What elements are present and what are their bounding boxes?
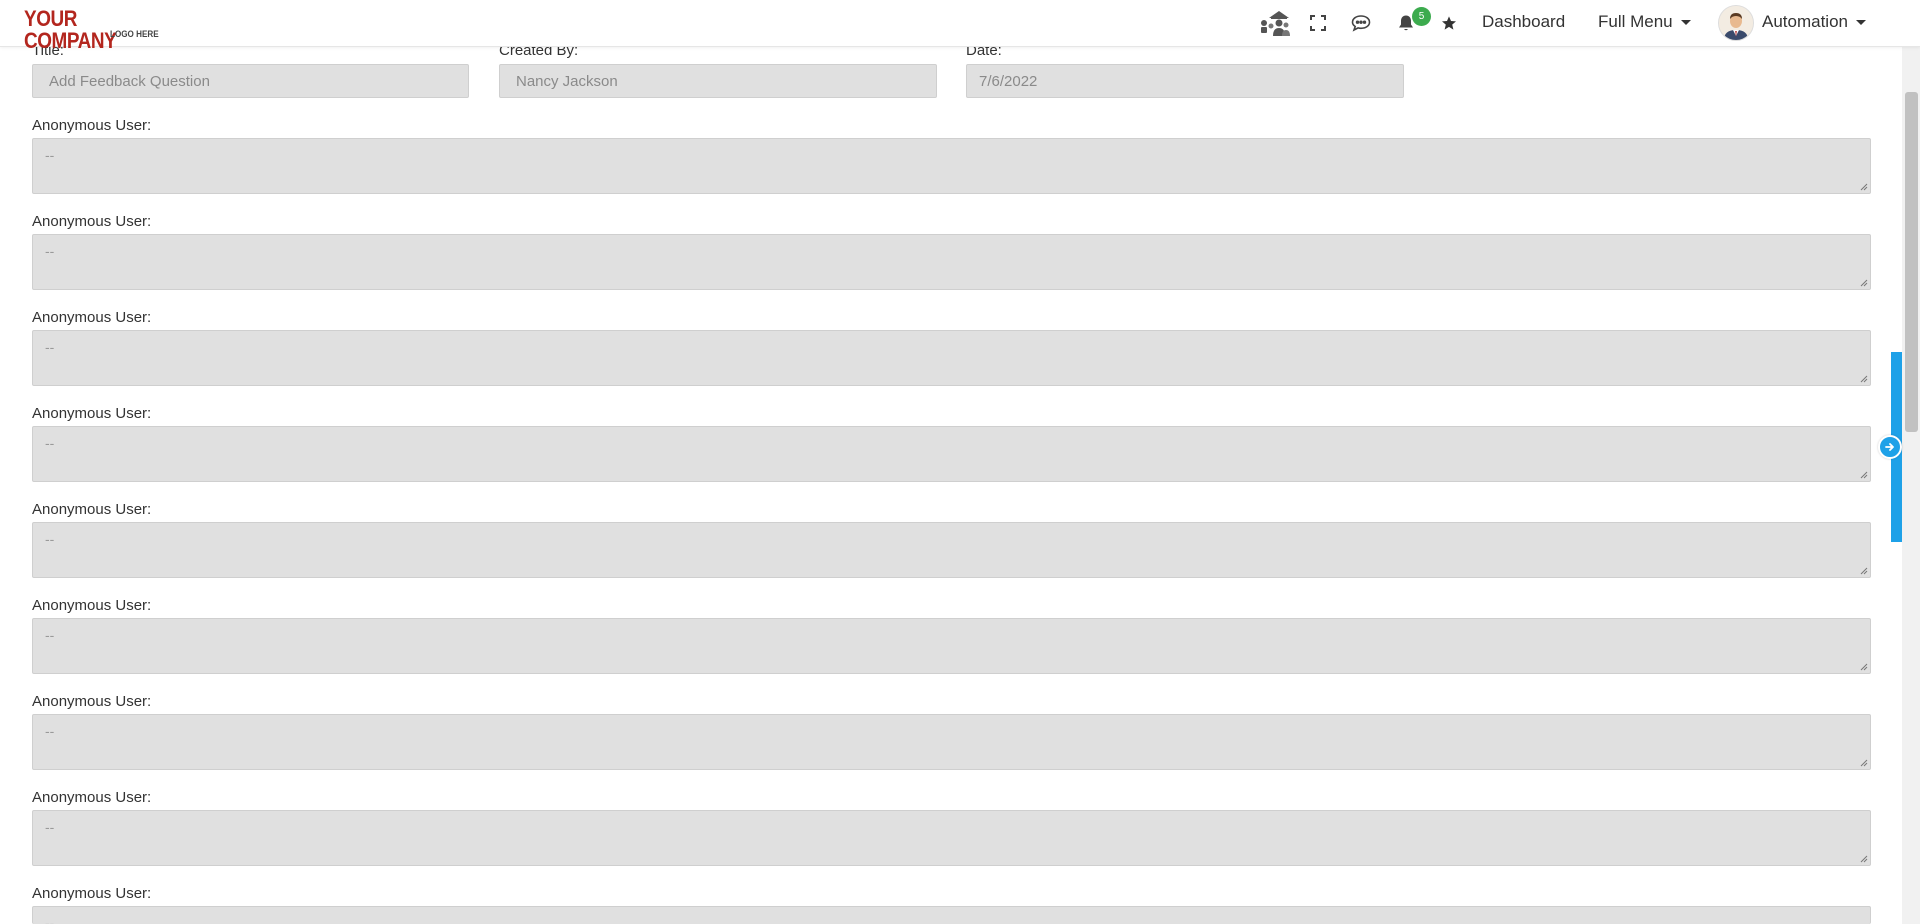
user-name-label: Automation xyxy=(1762,12,1848,31)
title-field[interactable]: Add Feedback Question xyxy=(32,64,469,98)
logo-sub-text: LOGO HERE xyxy=(110,29,159,39)
org-chart-icon[interactable] xyxy=(1258,10,1292,36)
response-value: -- xyxy=(45,435,55,451)
chevron-down-icon xyxy=(1856,20,1866,26)
response-label: Anonymous User: xyxy=(32,405,152,422)
response-value: -- xyxy=(45,147,55,163)
chevron-down-icon xyxy=(1680,20,1691,26)
resize-handle-icon[interactable] xyxy=(1859,278,1868,287)
fullscreen-icon[interactable] xyxy=(1308,10,1328,36)
response-textarea[interactable]: -- xyxy=(32,810,1871,866)
scrollbar-thumb[interactable] xyxy=(1905,92,1918,432)
created-by-field[interactable]: Nancy Jackson xyxy=(499,64,937,98)
response-value: -- xyxy=(45,531,55,547)
response-label: Anonymous User: xyxy=(32,309,152,326)
title-field-value: Add Feedback Question xyxy=(49,72,210,90)
full-menu-dropdown[interactable]: Full Menu xyxy=(1598,12,1691,32)
star-icon[interactable] xyxy=(1439,10,1459,36)
dashboard-link[interactable]: Dashboard xyxy=(1482,12,1565,32)
response-textarea[interactable]: -- xyxy=(32,426,1871,482)
response-textarea[interactable]: -- xyxy=(32,714,1871,770)
response-label: Anonymous User: xyxy=(32,501,152,518)
company-logo[interactable]: YOUR COMPANY LOGO HERE xyxy=(24,8,164,52)
response-label: Anonymous User: xyxy=(32,597,152,614)
response-label: Anonymous User: xyxy=(32,117,152,134)
response-textarea[interactable]: -- xyxy=(32,906,1871,924)
response-value: -- xyxy=(45,819,55,835)
response-value: -- xyxy=(45,339,55,355)
resize-handle-icon[interactable] xyxy=(1859,566,1868,575)
response-value: -- xyxy=(45,915,55,924)
full-menu-label: Full Menu xyxy=(1598,12,1673,31)
response-textarea[interactable]: -- xyxy=(32,522,1871,578)
response-value: -- xyxy=(45,243,55,259)
response-value: -- xyxy=(45,723,55,739)
avatar[interactable] xyxy=(1718,5,1754,41)
created-by-field-value: Nancy Jackson xyxy=(516,72,618,90)
top-navbar: YOUR COMPANY LOGO HERE 5 Dashboard Full … xyxy=(0,0,1920,52)
resize-handle-icon[interactable] xyxy=(1859,854,1868,863)
response-label: Anonymous User: xyxy=(32,213,152,230)
response-textarea[interactable]: -- xyxy=(32,330,1871,386)
response-label: Anonymous User: xyxy=(32,885,152,902)
resize-handle-icon[interactable] xyxy=(1859,182,1868,191)
response-label: Anonymous User: xyxy=(32,789,152,806)
response-value: -- xyxy=(45,627,55,643)
user-menu-dropdown[interactable]: Automation xyxy=(1762,12,1866,32)
chat-icon[interactable] xyxy=(1350,10,1372,36)
date-field-value: 7/6/2022 xyxy=(979,72,1038,90)
response-label: Anonymous User: xyxy=(32,693,152,710)
resize-handle-icon[interactable] xyxy=(1859,470,1868,479)
response-textarea[interactable]: -- xyxy=(32,234,1871,290)
resize-handle-icon[interactable] xyxy=(1859,662,1868,671)
date-field[interactable]: 7/6/2022 xyxy=(966,64,1404,98)
resize-handle-icon[interactable] xyxy=(1859,374,1868,383)
response-textarea[interactable]: -- xyxy=(32,618,1871,674)
resize-handle-icon[interactable] xyxy=(1859,758,1868,767)
response-textarea[interactable]: -- xyxy=(32,138,1871,194)
arrow-right-icon[interactable] xyxy=(1878,435,1902,459)
notification-badge: 5 xyxy=(1412,7,1431,26)
